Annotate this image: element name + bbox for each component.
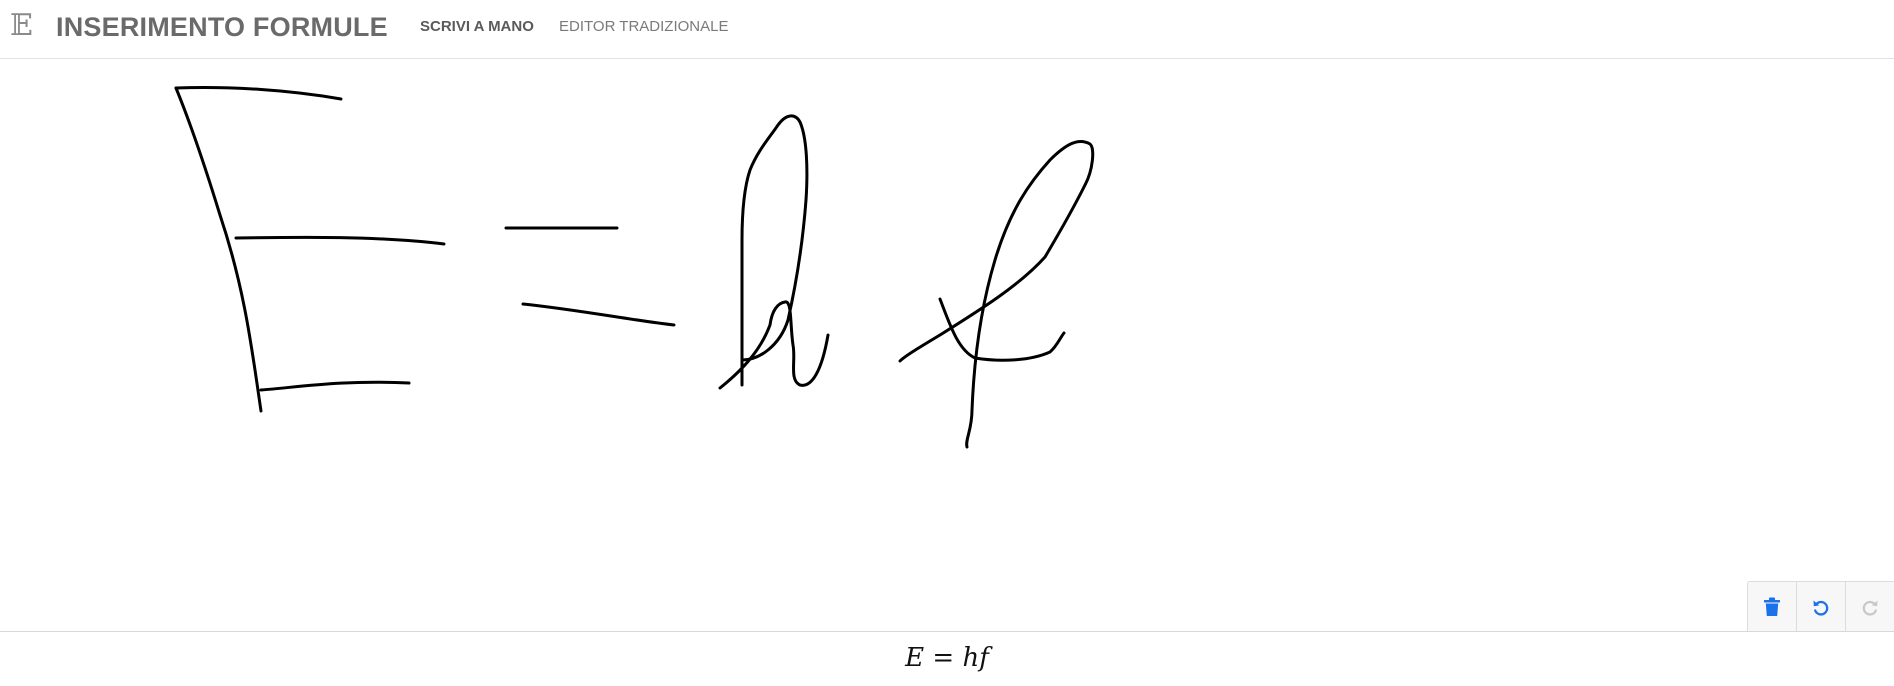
stroke-f-cross xyxy=(938,297,1066,362)
stroke-equals-bottom xyxy=(521,302,676,327)
stroke-e-middle xyxy=(234,235,446,246)
undo-icon xyxy=(1813,600,1829,616)
app-title: INSERIMENTO FORMULE xyxy=(56,12,388,42)
redo-icon xyxy=(1862,600,1878,616)
recognized-formula: E = hf xyxy=(905,643,989,673)
logo-icon: 𝔼 xyxy=(10,8,33,43)
header-bar: 𝔼 INSERIMENTO FORMULE SCRIVI A MANO EDIT… xyxy=(0,0,1894,59)
handwriting-strokes xyxy=(174,85,1095,449)
stroke-e-bottom xyxy=(259,380,411,392)
result-bar: E = hf xyxy=(0,631,1894,686)
canvas-toolbar xyxy=(1747,581,1894,631)
handwriting-canvas[interactable] xyxy=(0,59,1894,631)
tab-handwrite[interactable]: SCRIVI A MANO xyxy=(420,17,534,37)
tab-traditional-editor[interactable]: EDITOR TRADIZIONALE xyxy=(559,17,728,37)
stroke-h-loop xyxy=(740,114,809,387)
formula-input-app: 𝔼 INSERIMENTO FORMULE SCRIVI A MANO EDIT… xyxy=(0,0,1894,686)
stroke-f-stem xyxy=(898,139,1095,449)
redo-button[interactable] xyxy=(1846,582,1894,631)
undo-button[interactable] xyxy=(1797,582,1846,631)
clear-button[interactable] xyxy=(1748,582,1797,631)
stroke-e-spine xyxy=(174,86,263,413)
stroke-e-top xyxy=(174,85,343,101)
trash-icon xyxy=(1764,597,1780,616)
